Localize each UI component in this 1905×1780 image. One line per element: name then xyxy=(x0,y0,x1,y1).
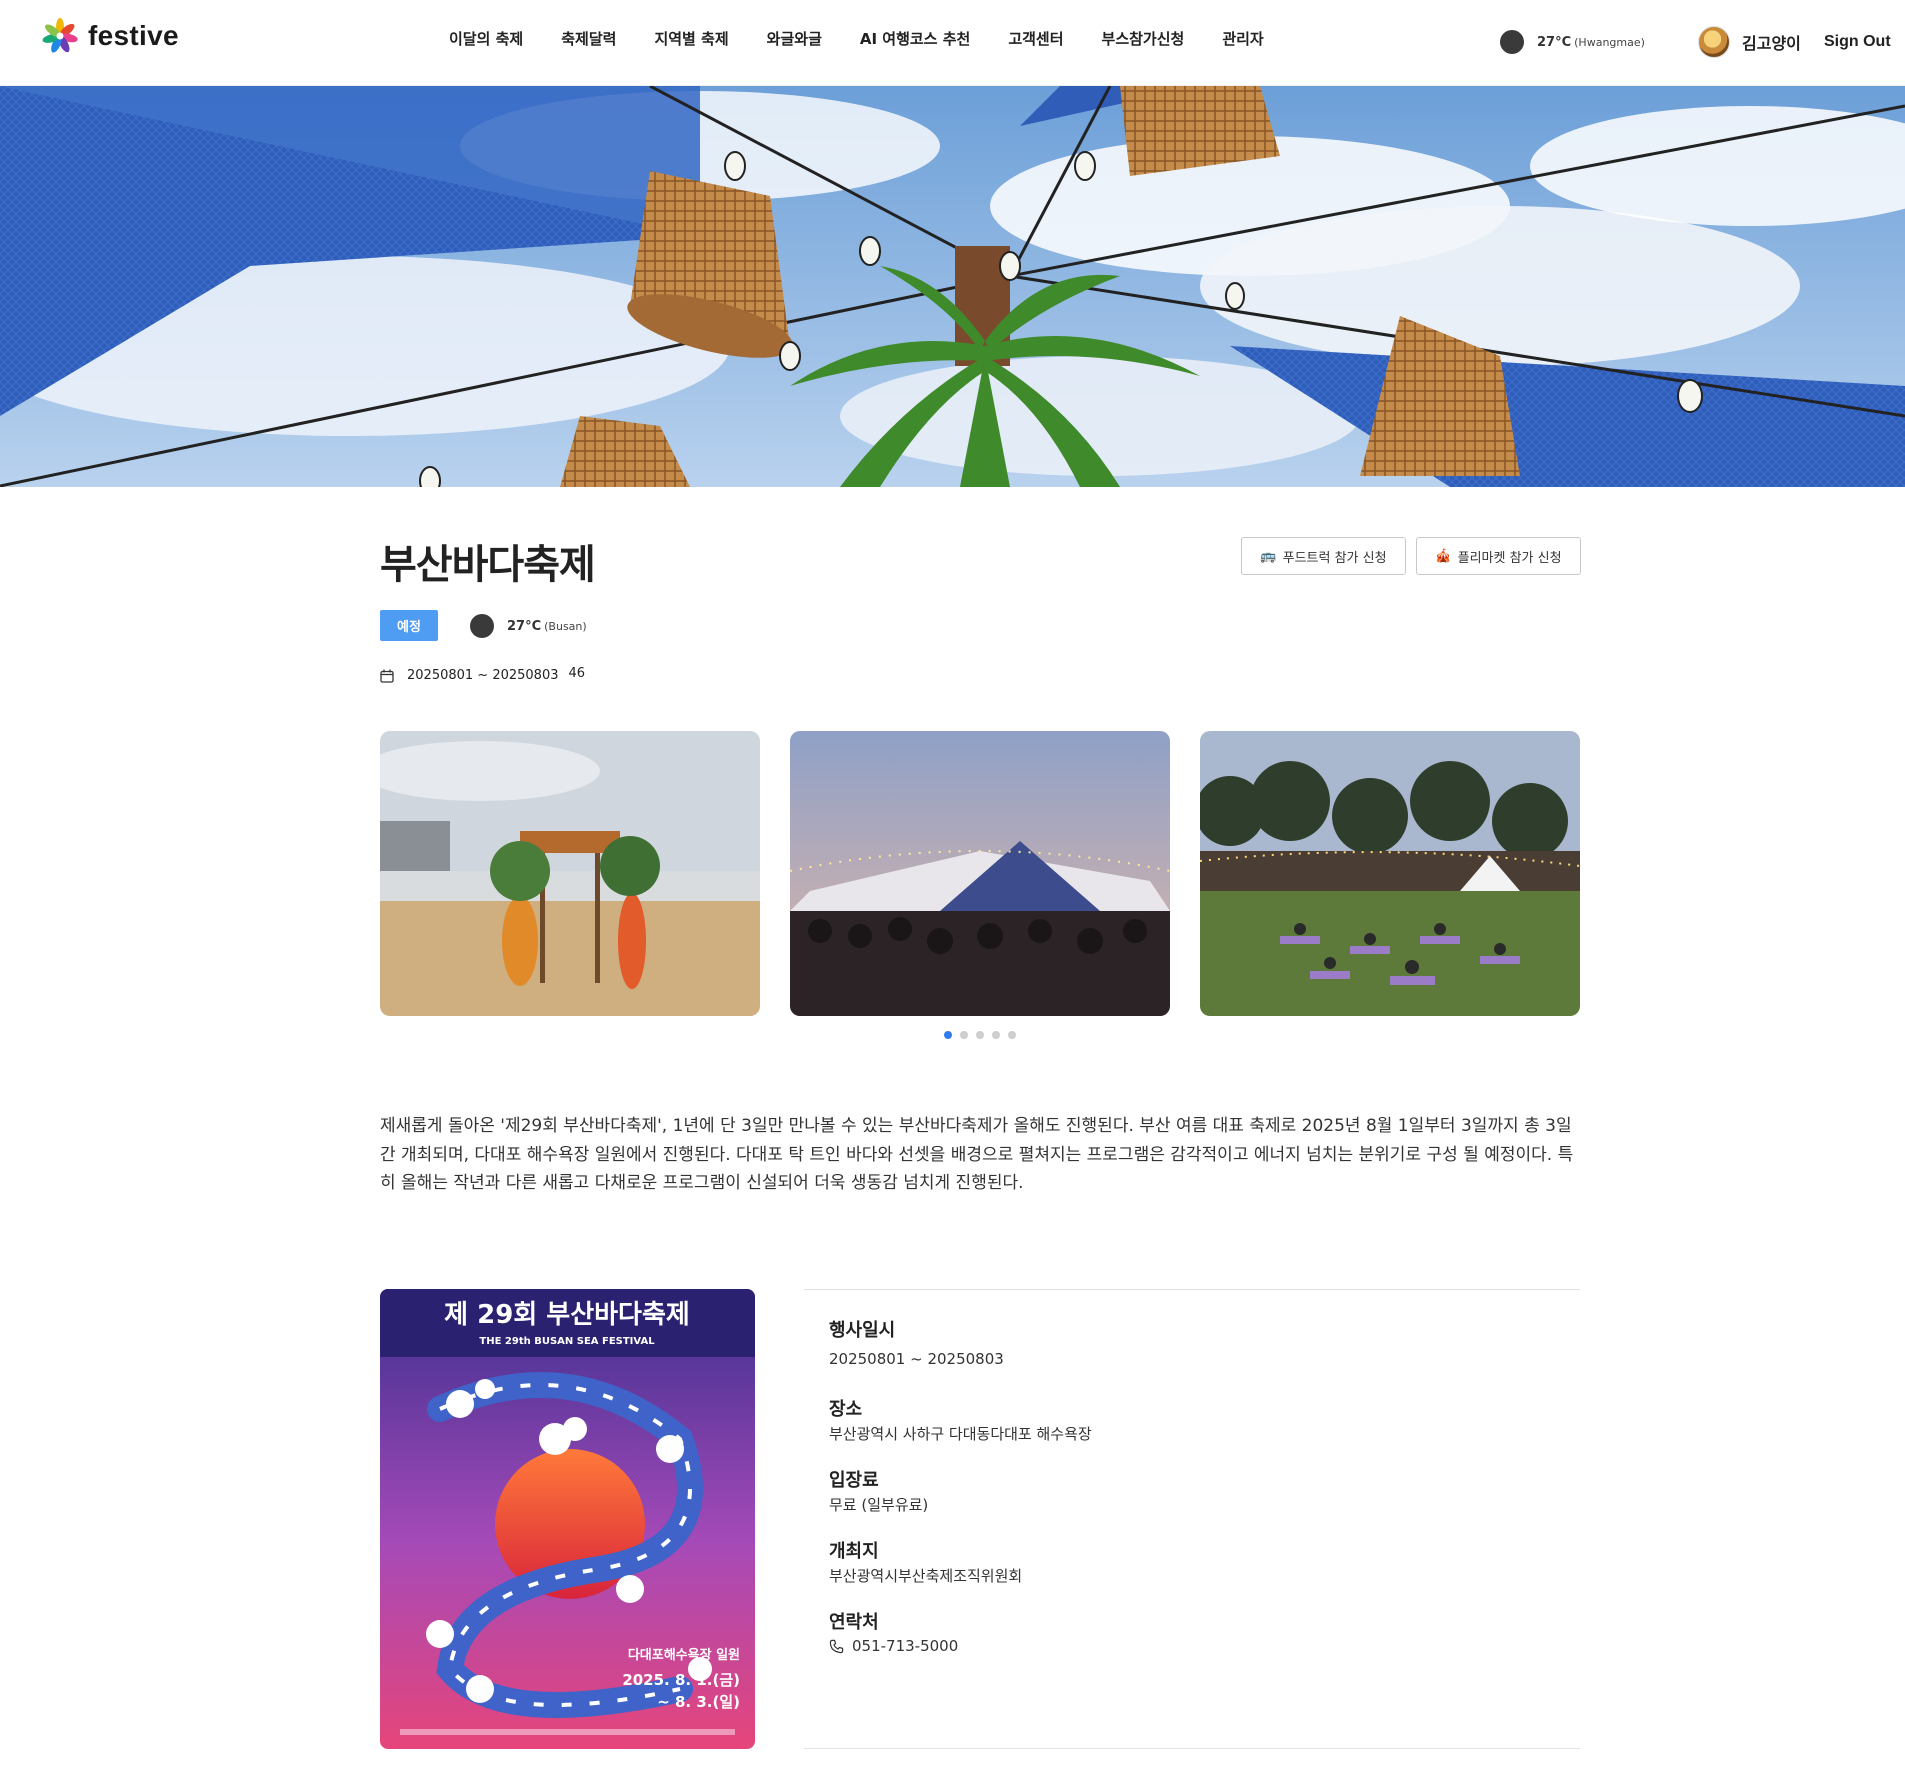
info-value-contact[interactable]: 051-713-5000 xyxy=(829,1637,958,1655)
nav-ai-course[interactable]: AI 여행코스 추천 xyxy=(860,28,970,49)
user-profile[interactable]: 김고양이 xyxy=(1698,26,1801,58)
poster-venue: 다대포해수욕장 일원 xyxy=(628,1647,740,1663)
hero-banner-image xyxy=(0,86,1905,487)
festival-title: 부산바다축제 xyxy=(380,542,596,588)
fleamarket-apply-button[interactable]: 🎪 플리마켓 참가 신청 xyxy=(1416,537,1581,575)
info-label-place: 장소 xyxy=(829,1399,863,1420)
gallery-image-2[interactable] xyxy=(790,731,1170,1016)
festival-date-range: 20250801 ~ 20250803 xyxy=(407,668,559,683)
view-count: 46 xyxy=(568,666,586,681)
tent-icon: 🎪 xyxy=(1435,548,1452,564)
phone-icon xyxy=(829,1639,844,1653)
festival-description: 제새롭게 돌아온 '제29회 부산바다축제', 1년에 단 3일만 만나볼 수 … xyxy=(380,1116,1574,1193)
header-weather: 27°C (Hwangmae) xyxy=(1500,30,1645,54)
info-label-host: 개최지 xyxy=(829,1541,879,1562)
gallery-dot-2[interactable] xyxy=(960,1031,968,1039)
poster-title-ko: 제 29회 부산바다축제 xyxy=(444,1300,690,1330)
poster-date-line1: 2025. 8. 1.(금) xyxy=(622,1671,740,1689)
top-header: festive 이달의 축제 축제달력 지역별 축제 와글와글 AI 여행코스 … xyxy=(0,0,1905,86)
sign-out-link[interactable]: Sign Out xyxy=(1824,33,1891,51)
gallery-dot-3[interactable] xyxy=(976,1031,984,1039)
festival-date-row: 20250801 ~ 20250803 46 xyxy=(380,666,586,683)
poster-title-en: THE 29th BUSAN SEA FESTIVAL xyxy=(479,1336,655,1347)
weather-icon xyxy=(1500,30,1524,54)
info-label-date: 행사일시 xyxy=(829,1320,896,1341)
calendar-icon xyxy=(380,669,394,683)
fleamarket-apply-label: 플리마켓 참가 신청 xyxy=(1457,550,1562,566)
info-value-host: 부산광역시부산축제조직위원회 xyxy=(829,1567,1023,1585)
status-badge: 예정 xyxy=(380,610,438,641)
festival-info-panel: 행사일시 20250801 ~ 20250803 장소 부산광역시 사하구 다대… xyxy=(804,1289,1580,1749)
info-value-fee: 무료 (일부유료) xyxy=(829,1496,929,1514)
user-name: 김고양이 xyxy=(1742,34,1801,53)
foodtruck-apply-button[interactable]: 🚌 푸드트럭 참가 신청 xyxy=(1241,537,1406,575)
festival-weather: 27°C (Busan) xyxy=(470,614,587,638)
contact-phone-number: 051-713-5000 xyxy=(852,1637,959,1655)
info-value-place: 부산광역시 사하구 다대동다대포 해수욕장 xyxy=(829,1425,1092,1443)
avatar xyxy=(1698,26,1730,58)
nav-this-month[interactable]: 이달의 축제 xyxy=(449,28,523,49)
gallery-image-1[interactable] xyxy=(380,731,760,1016)
flower-logo-icon xyxy=(42,18,78,53)
gallery-pagination xyxy=(944,1031,1024,1039)
festival-weather-text: 27°C (Busan) xyxy=(507,618,587,634)
main-nav: 이달의 축제 축제달력 지역별 축제 와글와글 AI 여행코스 추천 고객센터 … xyxy=(430,28,1283,49)
nav-support[interactable]: 고객센터 xyxy=(1008,28,1063,49)
nav-booth-apply[interactable]: 부스참가신청 xyxy=(1102,28,1185,49)
weather-icon xyxy=(470,614,494,638)
bus-icon: 🚌 xyxy=(1260,548,1277,564)
nav-community[interactable]: 와글와글 xyxy=(767,28,822,49)
logo[interactable]: festive xyxy=(42,18,179,54)
poster-date-line2: ~ 8. 3.(일) xyxy=(657,1693,740,1711)
info-label-fee: 입장료 xyxy=(829,1470,879,1491)
gallery-dot-1[interactable] xyxy=(944,1031,952,1039)
header-weather-text: 27°C (Hwangmae) xyxy=(1537,34,1645,50)
gallery-dot-4[interactable] xyxy=(992,1031,1000,1039)
gallery-image-3[interactable] xyxy=(1200,731,1580,1016)
foodtruck-apply-label: 푸드트럭 참가 신청 xyxy=(1282,550,1387,566)
nav-admin[interactable]: 관리자 xyxy=(1222,28,1263,49)
info-value-date: 20250801 ~ 20250803 xyxy=(829,1350,1004,1368)
festival-poster: 제 29회 부산바다축제 THE 29th BUSAN SEA FESTIVAL… xyxy=(380,1289,755,1749)
gallery-dot-5[interactable] xyxy=(1008,1031,1016,1039)
info-label-contact: 연락처 xyxy=(829,1612,879,1633)
nav-calendar[interactable]: 축제달력 xyxy=(561,28,616,49)
nav-regional[interactable]: 지역별 축제 xyxy=(654,28,728,49)
logo-text: festive xyxy=(88,20,179,51)
